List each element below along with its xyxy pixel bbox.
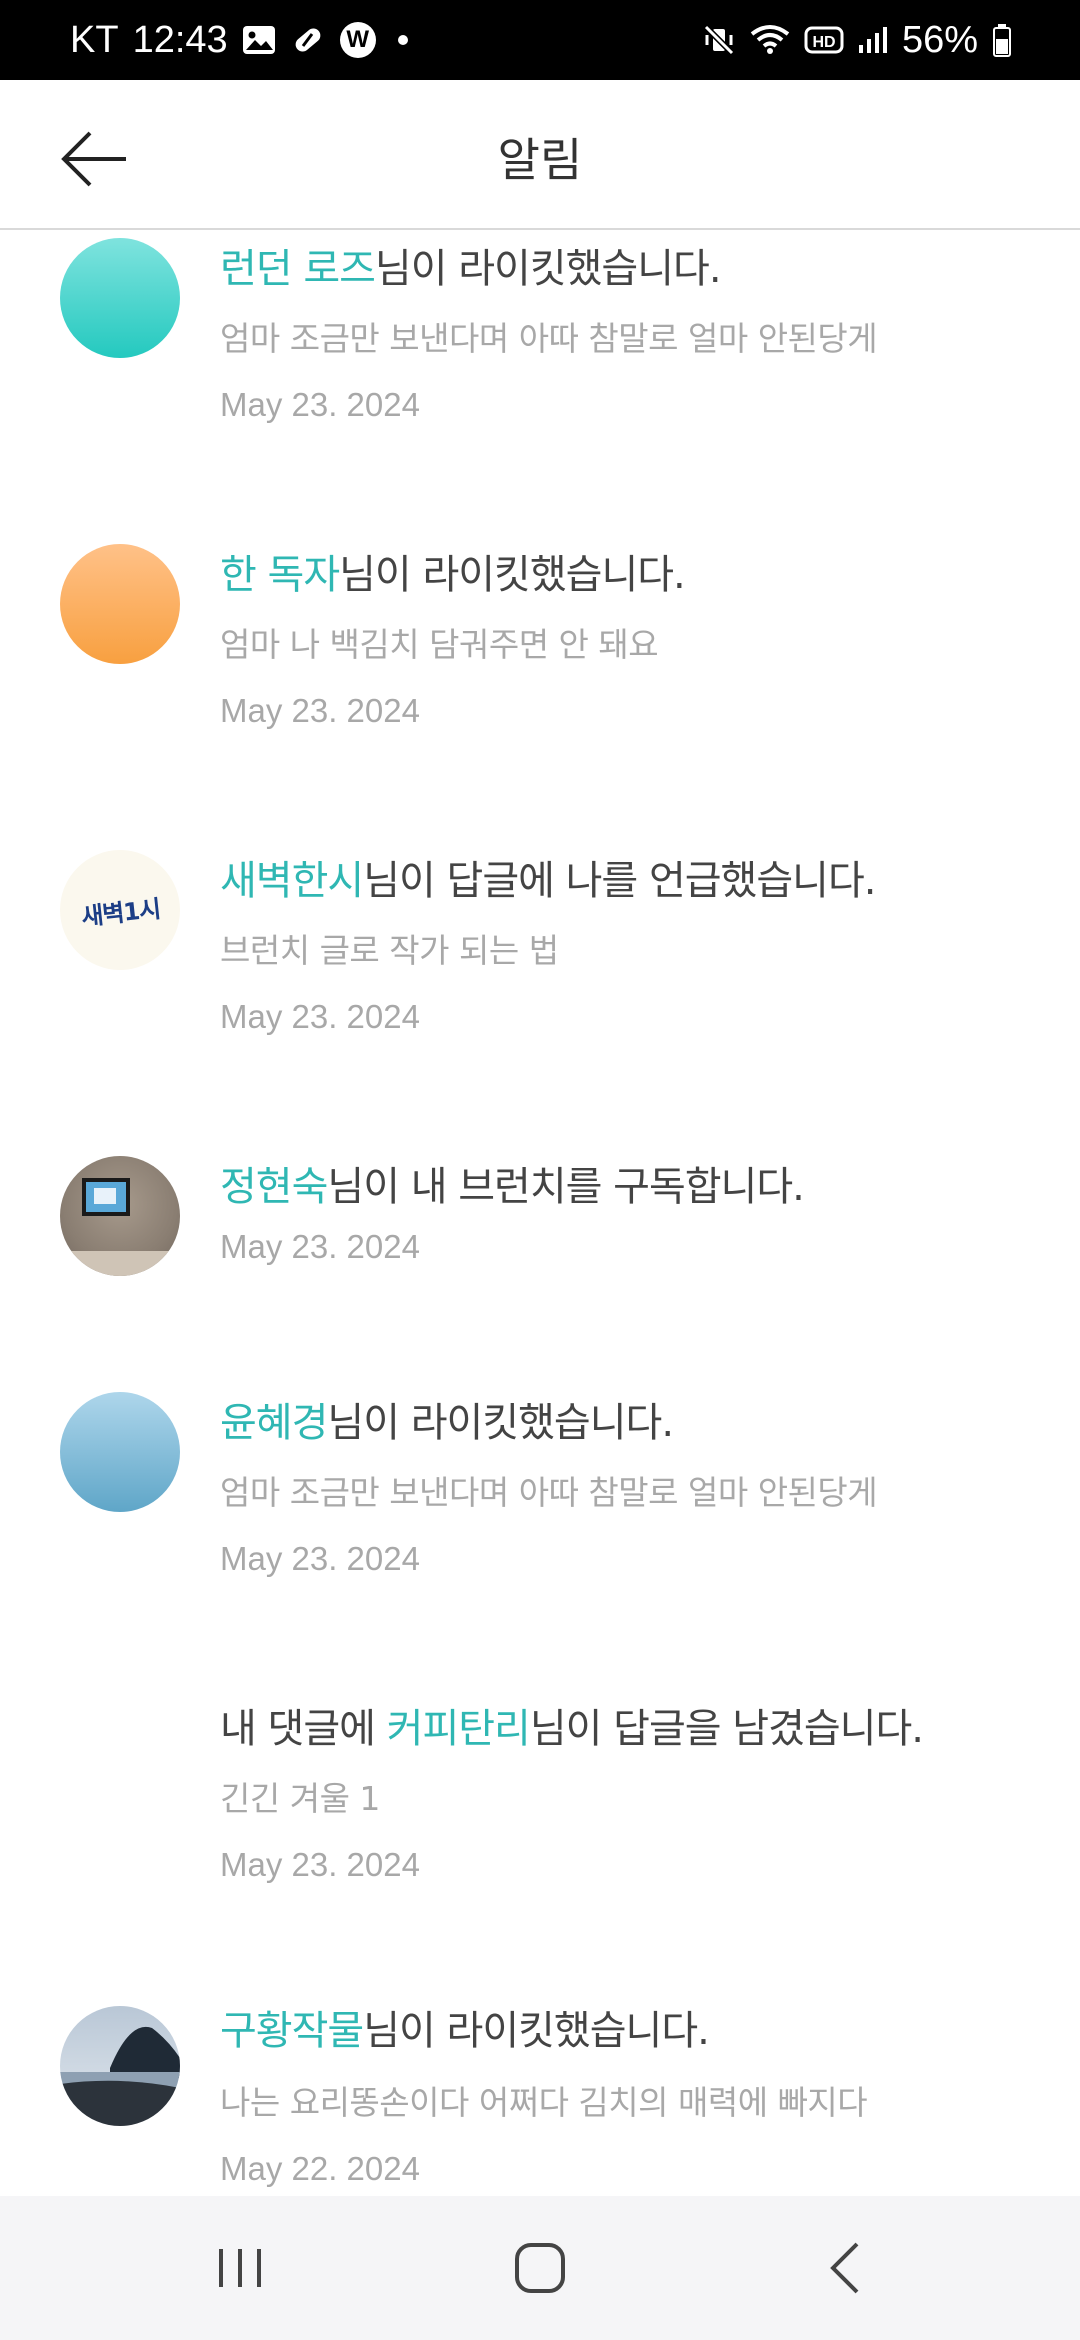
notification-date: May 23. 2024 xyxy=(220,386,420,423)
user-name-link[interactable]: 런던 로즈 xyxy=(220,246,376,292)
notification-detail: 엄마 조금만 보낸다며 아따 참말로 얼마 안된당게 xyxy=(220,1473,878,1512)
seaside-photo-icon xyxy=(60,2006,180,2126)
user-name-link[interactable]: 새벽한시 xyxy=(220,858,364,904)
notification-item[interactable]: 윤혜경님이 라이킷했습니다. 엄마 조금만 보낸다며 아따 참말로 얼마 안된당… xyxy=(0,1386,1080,1686)
notification-date: May 23. 2024 xyxy=(220,1540,420,1577)
notification-list: 런던 로즈님이 라이킷했습니다. 엄마 조금만 보낸다며 아따 참말로 얼마 안… xyxy=(0,232,1080,2192)
avatar[interactable] xyxy=(60,1392,180,1512)
user-name-link[interactable]: 정현숙 xyxy=(220,1164,328,1210)
avatar[interactable] xyxy=(60,2006,180,2126)
user-name-link[interactable]: 구황작물 xyxy=(220,2008,364,2054)
notification-message: 정현숙님이 내 브런치를 구독합니다. xyxy=(220,1164,805,1210)
user-name-link[interactable]: 윤혜경 xyxy=(220,1400,328,1446)
notification-detail: 엄마 조금만 보낸다며 아따 참말로 얼마 안된당게 xyxy=(220,319,878,358)
recent-apps-icon xyxy=(219,2249,261,2287)
avatar-logo-text: 새벽1시 xyxy=(79,894,161,931)
home-button[interactable] xyxy=(460,2196,620,2340)
notification-detail: 엄마 나 백김치 담궈주면 안 돼요 xyxy=(220,625,659,664)
mute-vibrate-icon xyxy=(702,23,736,57)
notification-message: 런던 로즈님이 라이킷했습니다. xyxy=(220,246,722,292)
notification-detail: 나는 요리똥손이다 어쩌다 김치의 매력에 빠지다 xyxy=(220,2083,868,2122)
avatar[interactable] xyxy=(60,544,180,664)
notification-item[interactable]: 내 댓글에 커피탄리님이 답글을 남겼습니다. 긴긴 겨울 1 May 23. … xyxy=(0,1692,1080,1992)
recent-apps-button[interactable] xyxy=(160,2196,320,2340)
notification-message: 내 댓글에 커피탄리님이 답글을 남겼습니다. xyxy=(220,1706,924,1752)
notification-message: 새벽한시님이 답글에 나를 언급했습니다. xyxy=(220,858,876,904)
notification-date: May 22. 2024 xyxy=(220,2150,420,2187)
pill-icon xyxy=(290,22,326,58)
notification-item[interactable]: 한 독자님이 라이킷했습니다. 엄마 나 백김치 담궈주면 안 돼요 May 2… xyxy=(0,538,1080,838)
notification-message: 구황작물님이 라이킷했습니다. xyxy=(220,2008,710,2054)
home-icon xyxy=(515,2243,565,2293)
system-nav-bar xyxy=(0,2196,1080,2340)
notification-date: May 23. 2024 xyxy=(220,1228,420,1265)
notification-date: May 23. 2024 xyxy=(220,1846,420,1883)
notification-item[interactable]: 정현숙님이 내 브런치를 구독합니다. May 23. 2024 xyxy=(0,1150,1080,1380)
tv-photo-icon xyxy=(60,1178,180,1276)
notification-message: 한 독자님이 라이킷했습니다. xyxy=(220,552,686,598)
notification-detail: 긴긴 겨울 1 xyxy=(220,1779,380,1818)
dot-icon xyxy=(397,35,408,45)
notification-message: 윤혜경님이 라이킷했습니다. xyxy=(220,1400,674,1446)
notification-item[interactable]: 구황작물님이 라이킷했습니다. 나는 요리똥손이다 어쩌다 김치의 매력에 빠지… xyxy=(0,1998,1080,2192)
svg-text:HD: HD xyxy=(812,34,835,51)
page-title: 알림 xyxy=(497,133,583,187)
avatar[interactable] xyxy=(60,238,180,358)
user-name-link[interactable]: 커피탄리 xyxy=(387,1706,531,1752)
signal-icon xyxy=(858,25,888,55)
notification-detail: 브런치 글로 작가 되는 법 xyxy=(220,931,559,970)
battery-label: 56% xyxy=(901,18,978,61)
battery-icon xyxy=(992,23,1012,57)
back-chevron-icon xyxy=(830,2242,859,2294)
status-left: KT 12:43 W xyxy=(70,19,408,62)
w-app-icon: W xyxy=(339,22,376,58)
user-name-link[interactable]: 한 독자 xyxy=(220,552,340,598)
notification-date: May 23. 2024 xyxy=(220,998,420,1035)
hd-icon: HD xyxy=(804,25,844,55)
carrier-label: KT xyxy=(70,18,119,61)
avatar[interactable] xyxy=(60,1156,180,1276)
system-back-button[interactable] xyxy=(766,2196,926,2340)
status-right: HD 56% xyxy=(702,19,1012,62)
notification-item[interactable]: 런던 로즈님이 라이킷했습니다. 엄마 조금만 보낸다며 아따 참말로 얼마 안… xyxy=(0,232,1080,532)
notification-item[interactable]: 새벽1시 새벽한시님이 답글에 나를 언급했습니다. 브런치 글로 작가 되는 … xyxy=(0,844,1080,1144)
status-bar: KT 12:43 W HD 56% xyxy=(0,0,1080,80)
image-icon xyxy=(242,25,276,55)
avatar[interactable]: 새벽1시 xyxy=(60,850,180,970)
notification-date: May 23. 2024 xyxy=(220,692,420,729)
time-label: 12:43 xyxy=(132,18,228,61)
app-header: 알림 xyxy=(0,80,1080,230)
wifi-icon xyxy=(750,24,790,56)
